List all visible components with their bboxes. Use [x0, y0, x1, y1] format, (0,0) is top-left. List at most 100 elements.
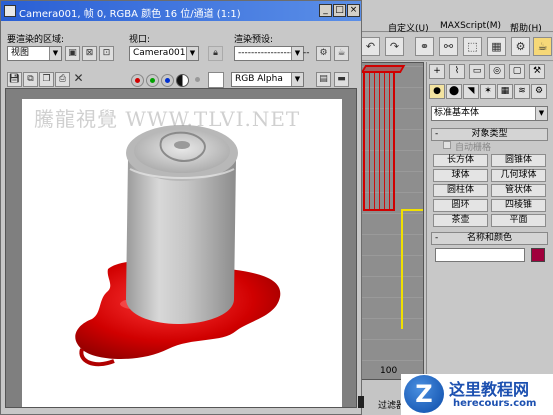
area-dropdown[interactable]: 视图 ▼: [7, 46, 62, 61]
maximize-button[interactable]: □: [333, 4, 346, 17]
box-button[interactable]: 长方体: [433, 154, 488, 167]
undo-icon[interactable]: ↶: [361, 37, 380, 56]
preset-label: 渲染预设:: [234, 35, 274, 45]
max-main-toolbar: ↶ ↷ ⚭ ⚯ ⬚ ▦ ⚙ ☕: [355, 33, 553, 61]
edit-region-icon[interactable]: ▣: [65, 46, 80, 61]
can-body: [126, 159, 236, 324]
lights-icon[interactable]: ◥: [463, 84, 479, 99]
name-color-title: 名称和颜色: [466, 233, 512, 243]
mono-toggle[interactable]: [192, 74, 205, 87]
close-button[interactable]: ×: [347, 4, 360, 17]
watermark: 騰龍視覺 WWW.TLVI.NET: [34, 107, 301, 131]
window-resize-grip[interactable]: [358, 396, 364, 408]
display-tab-icon[interactable]: ▢: [509, 64, 525, 79]
create-tab-icon[interactable]: +: [429, 64, 445, 79]
cone-button[interactable]: 圆锥体: [491, 154, 546, 167]
link-icon[interactable]: ⚭: [415, 37, 434, 56]
area-label: 要渲染的区域:: [7, 35, 65, 45]
unlink-icon[interactable]: ⚯: [439, 37, 458, 56]
display-channel-value: RGB Alpha: [235, 74, 283, 84]
motion-tab-icon[interactable]: ◎: [489, 64, 505, 79]
toggle-ui-icon[interactable]: ▤: [316, 72, 331, 87]
perspective-viewport[interactable]: [356, 62, 424, 380]
alpha-channel-toggle[interactable]: [176, 74, 189, 87]
autogrid-label: 自动栅格: [455, 143, 492, 153]
viewport-object-wireframe[interactable]: [363, 71, 395, 211]
can-lid: [134, 129, 230, 173]
window-title-bar[interactable]: Camera001, 帧 0, RGBA 颜色 16 位/通道 (1:1) _ …: [1, 1, 361, 21]
render-setup-icon[interactable]: ⚙: [316, 46, 331, 61]
logo-z-icon: Z: [404, 375, 444, 413]
command-panel-tabs: + ⌇ ▭ ◎ ▢ ⚒: [429, 64, 551, 80]
red-channel-toggle[interactable]: [131, 74, 144, 87]
rendered-image[interactable]: 騰龍視覺 WWW.TLVI.NET: [22, 99, 342, 407]
name-color-rollout[interactable]: - 名称和颜色: [431, 232, 548, 245]
clone-window-icon[interactable]: ❐: [39, 72, 54, 87]
pyramid-button[interactable]: 四棱锥: [491, 199, 546, 212]
site-logo: Z 这里教程网 herecours.com: [401, 374, 553, 415]
modify-tab-icon[interactable]: ⌇: [449, 64, 465, 79]
systems-icon[interactable]: ⚙: [531, 84, 547, 99]
scene-icon[interactable]: ▦: [487, 37, 506, 56]
redo-icon[interactable]: ↷: [385, 37, 404, 56]
logo-chinese-text: 这里教程网: [449, 380, 530, 399]
time-slider-value: 100: [380, 366, 398, 376]
teapot-button[interactable]: 茶壶: [433, 214, 488, 227]
bind-icon[interactable]: ⬚: [463, 37, 482, 56]
object-type-title: 对象类型: [471, 129, 508, 139]
background-color-swatch[interactable]: [208, 72, 224, 88]
region-select-icon[interactable]: ⊡: [99, 46, 114, 61]
tube-button[interactable]: 管状体: [491, 184, 546, 197]
viewport-selection-bracket: [401, 209, 423, 329]
torus-button[interactable]: 圆环: [433, 199, 488, 212]
teapot-render-icon[interactable]: ☕: [533, 37, 552, 56]
preset-dropdown[interactable]: ---------------------- ▼: [234, 46, 309, 61]
object-name-input[interactable]: [435, 248, 525, 262]
autogrid-checkbox[interactable]: [443, 141, 451, 149]
viewport-label: 视口:: [129, 35, 151, 45]
green-channel-toggle[interactable]: [146, 74, 159, 87]
create-category-tabs: ● ⬤ ◥ ✶ ▦ ≋ ⚙: [429, 84, 551, 100]
render-teapot-icon[interactable]: ☕: [334, 46, 349, 61]
category-dropdown[interactable]: 标准基本体 ▼: [431, 106, 548, 121]
spacewarps-icon[interactable]: ≋: [514, 84, 530, 99]
viewport-dropdown[interactable]: Camera001 ▼: [129, 46, 199, 61]
render-setup-icon[interactable]: ⚙: [511, 37, 530, 56]
can-tab-rivet: [174, 141, 190, 149]
window-title: Camera001, 帧 0, RGBA 颜色 16 位/通道 (1:1): [19, 9, 241, 20]
overlay-icon[interactable]: ▬: [334, 72, 349, 87]
minimize-button[interactable]: _: [319, 4, 332, 17]
viewport-value: Camera001: [133, 48, 186, 58]
geosphere-button[interactable]: 几何球体: [491, 169, 546, 182]
cylinder-button[interactable]: 圆柱体: [433, 184, 488, 197]
rendered-frame-window: Camera001, 帧 0, RGBA 颜色 16 位/通道 (1:1) _ …: [0, 0, 362, 415]
lock-icon[interactable]: 🔒︎: [208, 46, 223, 61]
save-image-icon[interactable]: 💾︎: [7, 72, 22, 87]
menu-maxscript[interactable]: MAXScript(M): [440, 21, 501, 31]
chevron-down-icon: ▼: [535, 107, 547, 120]
cameras-icon[interactable]: ✶: [480, 84, 496, 99]
rendered-can-scene: [75, 125, 281, 367]
utilities-tab-icon[interactable]: ⚒: [529, 64, 545, 79]
helpers-icon[interactable]: ▦: [497, 84, 513, 99]
chevron-down-icon: ▼: [291, 73, 303, 86]
chevron-down-icon: ▼: [49, 47, 61, 60]
chevron-down-icon: ▼: [186, 47, 198, 60]
clear-icon[interactable]: ✕: [71, 72, 86, 87]
render-image-area: 騰龍視覺 WWW.TLVI.NET: [5, 88, 357, 408]
blue-channel-toggle[interactable]: [161, 74, 174, 87]
chevron-down-icon: ▼: [291, 47, 303, 60]
geometry-icon[interactable]: ●: [429, 84, 445, 99]
plane-button[interactable]: 平面: [491, 214, 546, 227]
object-color-swatch[interactable]: [531, 248, 545, 262]
rollout-collapse-icon: -: [435, 129, 439, 139]
shapes-icon[interactable]: ⬤: [446, 84, 462, 99]
auto-region-icon[interactable]: ⊠: [82, 46, 97, 61]
logo-url: herecours.com: [453, 398, 537, 409]
display-channel-dropdown[interactable]: RGB Alpha ▼: [231, 72, 304, 87]
category-value: 标准基本体: [434, 108, 480, 118]
print-icon[interactable]: ⎙: [55, 72, 70, 87]
sphere-button[interactable]: 球体: [433, 169, 488, 182]
copy-image-icon[interactable]: ⧉: [23, 72, 38, 87]
hierarchy-tab-icon[interactable]: ▭: [469, 64, 485, 79]
